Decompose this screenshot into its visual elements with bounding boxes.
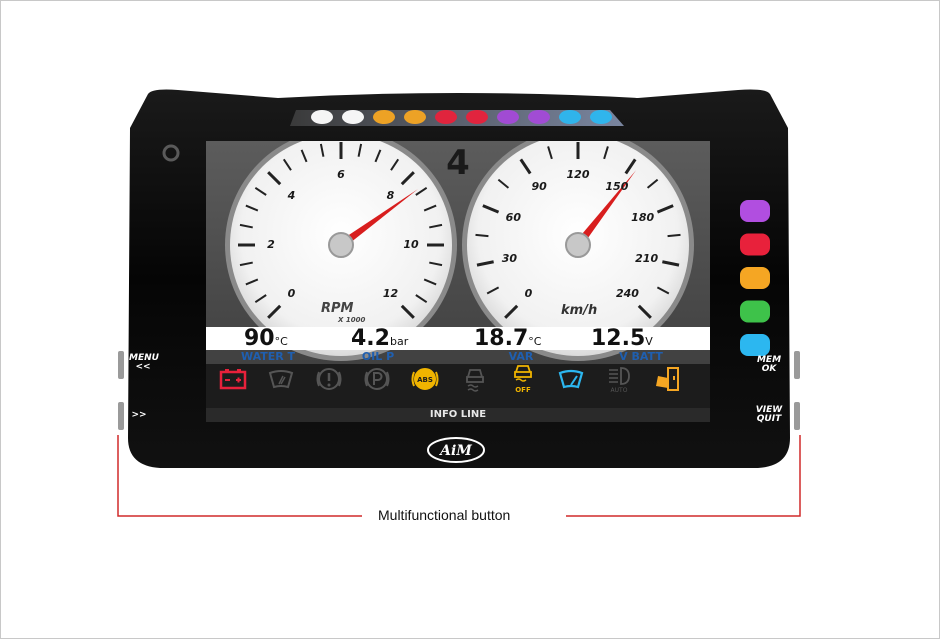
speed-gauge-tick-label: 30: [501, 251, 517, 265]
speed-gauge-tick-label: 180: [631, 211, 655, 225]
side-alarm-led: [740, 334, 770, 356]
warning-icon-row: ABS OFF AUTO: [206, 364, 710, 408]
speed-gauge-tick-label: 90: [531, 179, 547, 193]
var-label: VAR: [508, 350, 534, 363]
svg-text:ABS: ABS: [417, 376, 433, 384]
aim-logo: AiM: [427, 437, 485, 463]
wiper-icon: [558, 369, 584, 389]
speed-gauge-tick-mark: [475, 233, 489, 238]
side-alarm-led: [740, 300, 770, 323]
speed-gauge-tick-label: 150: [605, 179, 629, 193]
oil-pressure-label: OIL P: [361, 350, 395, 363]
speed-gauge-tick-label: 120: [566, 168, 590, 181]
side-alarm-led: [740, 233, 770, 256]
forward-button-label[interactable]: >>: [129, 411, 149, 420]
speed-gauge-tick-label: 0: [524, 287, 533, 301]
traction-control-icon: [466, 369, 484, 392]
rpm-gauge-sublabel: X 1000: [338, 316, 366, 324]
menu-button-label[interactable]: MENU <<: [129, 354, 159, 372]
rpm-gauge-label: RPM: [321, 301, 354, 316]
lcd-screen: 4 RPM X 1000 km/h 90°C 4.2bar 18.7°C 12.…: [206, 141, 710, 422]
parking-brake-icon: [364, 368, 390, 390]
traction-control-off-icon: OFF: [514, 365, 532, 394]
value-bar: 90°C 4.2bar 18.7°C 12.5V: [206, 327, 710, 351]
mem-ok-button-label[interactable]: MEM OK: [755, 356, 783, 374]
water-temp-label: WATER T: [240, 350, 296, 363]
rpm-gauge-tick-label: 2: [267, 238, 275, 251]
speed-gauge-label: km/h: [561, 303, 598, 318]
auto-headlight-icon: AUTO: [609, 367, 630, 394]
speed-gauge-tick-label: 240: [616, 287, 639, 301]
door-open-icon: [656, 367, 679, 391]
info-line: INFO LINE: [206, 408, 710, 422]
abs-icon: ABS: [411, 368, 439, 390]
battery-icon: [219, 369, 247, 390]
rpm-gauge-tick-label: 4: [287, 188, 296, 202]
svg-text:AUTO: AUTO: [611, 387, 628, 394]
battery-voltage-label: V BATT: [619, 350, 663, 363]
view-quit-button-label[interactable]: VIEW QUIT: [755, 406, 783, 424]
rpm-gauge-tick-label: 6: [337, 168, 345, 181]
svg-text:OFF: OFF: [515, 386, 531, 394]
side-alarm-led: [740, 200, 770, 222]
windshield-icon: [268, 370, 294, 389]
gear-indicator: 4: [446, 143, 470, 183]
rpm-gauge-tick-label: 12: [382, 287, 399, 301]
speed-gauge-tick-mark: [667, 233, 681, 238]
side-alarm-led: [740, 267, 770, 289]
svg-text:AiM: AiM: [438, 443, 472, 459]
speed-gauge-tick-label: 210: [635, 251, 659, 265]
speed-gauge-hub: [565, 232, 591, 258]
rpm-gauge-tick-label: 8: [386, 188, 395, 202]
rpm-gauge-tick-label: 0: [287, 287, 296, 301]
callout-caption: Multifunctional button: [372, 507, 517, 523]
rpm-gauge-hub: [328, 232, 354, 258]
speed-gauge-tick-label: 60: [505, 211, 521, 225]
rpm-gauge-tick-label: 10: [403, 238, 419, 251]
brake-warning-icon: [316, 368, 342, 390]
